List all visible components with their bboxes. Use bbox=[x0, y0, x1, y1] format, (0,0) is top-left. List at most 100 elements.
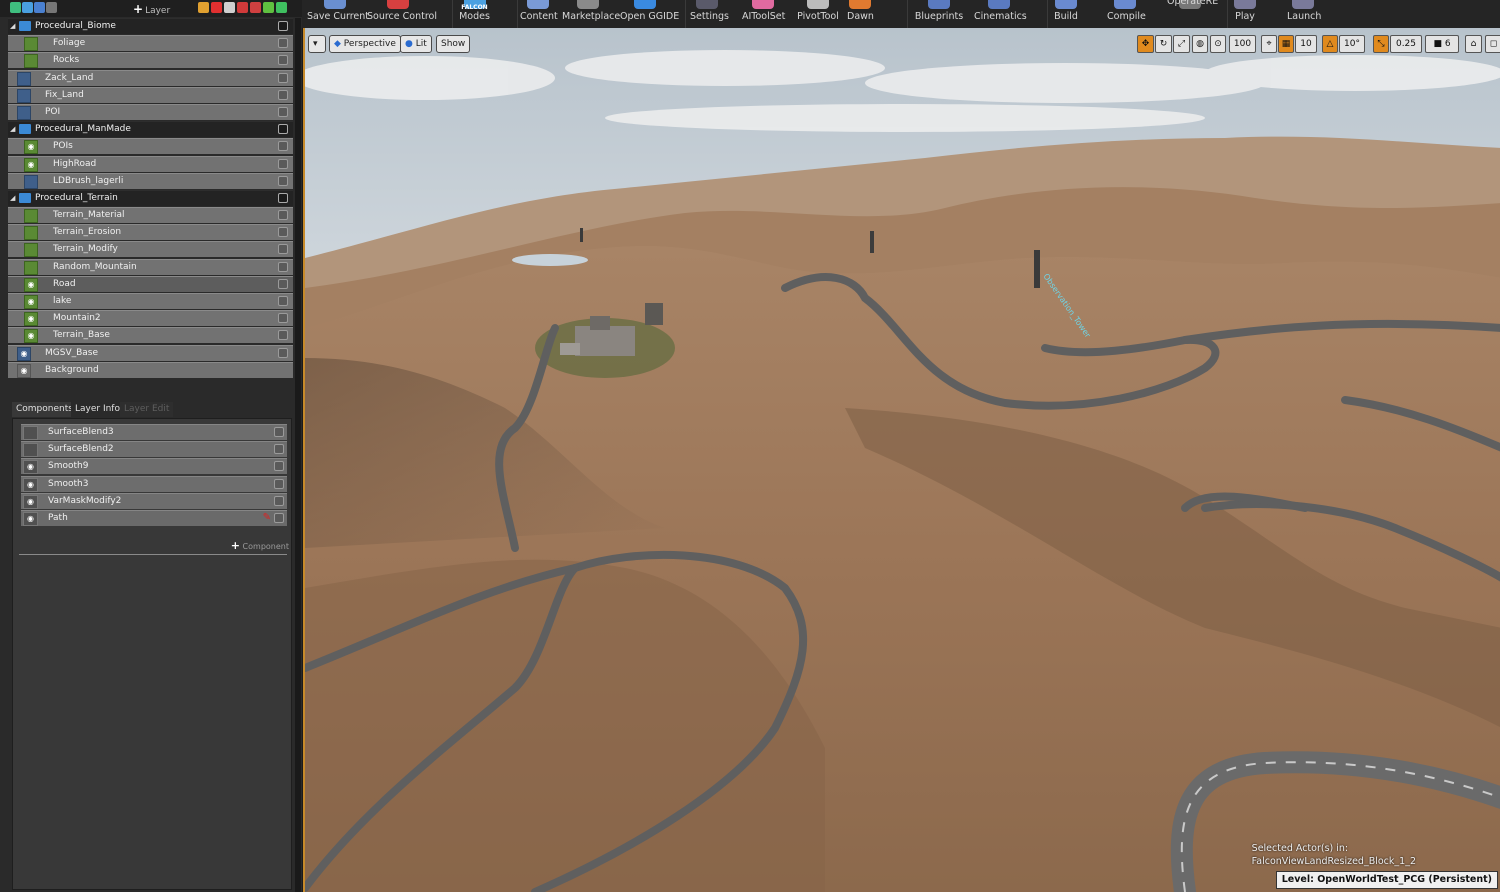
component-checkbox[interactable] bbox=[274, 444, 284, 455]
visibility-toggle[interactable] bbox=[17, 88, 31, 103]
expand-arrow-icon[interactable]: ◢ bbox=[10, 125, 15, 133]
viewport-settings-button[interactable]: ◻ bbox=[1485, 35, 1500, 53]
modes-button[interactable]: FALCON Modes bbox=[457, 0, 492, 28]
layer-lock-checkbox[interactable] bbox=[278, 210, 288, 221]
launch-button[interactable]: Launch bbox=[1287, 0, 1321, 28]
viewport-options-button[interactable]: ▾ bbox=[308, 35, 326, 53]
layer-row[interactable]: Fix_Land bbox=[8, 86, 293, 103]
scale-snap-icon[interactable]: ⤡ bbox=[1373, 35, 1389, 53]
layer-lock-checkbox[interactable] bbox=[278, 21, 288, 31]
paint-icon[interactable] bbox=[198, 2, 209, 13]
layer-row[interactable]: ◉ MGSV_Base bbox=[8, 344, 293, 361]
pivottool-button[interactable]: PivotTool bbox=[797, 0, 839, 28]
blueprints-button[interactable]: Blueprints bbox=[914, 0, 964, 28]
layer-row[interactable]: Terrain_Material bbox=[8, 207, 293, 224]
rotate-tool[interactable]: ↻ bbox=[1155, 35, 1172, 53]
eye-icon[interactable]: ◉ bbox=[23, 511, 38, 526]
layer-row[interactable]: Rocks bbox=[8, 52, 293, 69]
scale-snap-value[interactable]: 0.25 bbox=[1390, 35, 1422, 53]
component-checkbox[interactable] bbox=[274, 461, 284, 472]
visibility-toggle[interactable] bbox=[17, 105, 31, 120]
tab-layer-info[interactable]: Layer Info bbox=[71, 402, 124, 417]
grid-icon[interactable] bbox=[276, 2, 287, 13]
rotation-grid-icon[interactable]: ▦ bbox=[1278, 35, 1294, 53]
eye-icon[interactable]: ◉ bbox=[24, 277, 38, 292]
expand-arrow-icon[interactable]: ◢ bbox=[10, 22, 15, 30]
layer-row[interactable]: Zack_Land bbox=[8, 69, 293, 86]
visibility-toggle[interactable] bbox=[24, 174, 38, 189]
grid-snap-value[interactable]: 100 bbox=[1229, 35, 1256, 53]
globe-icon[interactable] bbox=[224, 2, 235, 13]
layer-row[interactable]: Terrain_Erosion bbox=[8, 224, 293, 241]
layer-row[interactable]: Terrain_Modify bbox=[8, 241, 293, 258]
layer-lock-checkbox[interactable] bbox=[278, 124, 288, 135]
layer-lock-checkbox[interactable] bbox=[278, 278, 288, 289]
copy-icon[interactable] bbox=[34, 2, 45, 13]
eye-icon[interactable]: ◉ bbox=[24, 295, 38, 309]
eye-icon[interactable]: ◉ bbox=[24, 329, 38, 344]
camera-icon[interactable] bbox=[237, 2, 248, 13]
layer-lock-checkbox[interactable] bbox=[278, 347, 288, 358]
visibility-toggle[interactable] bbox=[24, 260, 38, 275]
camera-speed-button[interactable]: ■ 6 bbox=[1425, 35, 1459, 53]
component-row[interactable]: ◉ Path ✎ bbox=[21, 509, 287, 526]
visibility-toggle[interactable] bbox=[23, 443, 38, 458]
layer-lock-checkbox[interactable] bbox=[278, 175, 288, 186]
edit-warning-icon[interactable]: ✎ bbox=[263, 512, 271, 523]
eye-icon[interactable]: ◉ bbox=[17, 363, 31, 378]
component-row[interactable]: ◉ Smooth3 bbox=[21, 475, 287, 492]
layer-row[interactable]: Foliage bbox=[8, 35, 293, 52]
tree-icon[interactable] bbox=[10, 2, 21, 13]
bug-icon[interactable] bbox=[211, 2, 222, 13]
layer-lock-checkbox[interactable] bbox=[278, 192, 288, 203]
dawn-button[interactable]: Dawn bbox=[847, 0, 874, 28]
eye-icon[interactable]: ◉ bbox=[24, 312, 38, 327]
visibility-toggle[interactable] bbox=[24, 243, 38, 258]
tab-components[interactable]: Components bbox=[12, 402, 77, 417]
save-current-button[interactable]: Save Current bbox=[307, 0, 369, 28]
panel-splitter[interactable] bbox=[295, 18, 301, 892]
lit-button[interactable]: ● Lit bbox=[400, 35, 432, 53]
layer-lock-checkbox[interactable] bbox=[278, 55, 288, 66]
layer-lock-checkbox[interactable] bbox=[278, 106, 288, 117]
world-local-toggle[interactable]: ◍ bbox=[1192, 35, 1208, 53]
compile-button[interactable]: Compile bbox=[1107, 0, 1146, 28]
visibility-toggle[interactable] bbox=[17, 71, 31, 86]
layer-group-row[interactable]: ◢ Procedural_Biome bbox=[8, 18, 293, 34]
layer-group-row[interactable]: ◢ Procedural_ManMade bbox=[8, 121, 293, 138]
build-button[interactable]: Build bbox=[1054, 0, 1078, 28]
layer-lock-checkbox[interactable] bbox=[278, 141, 288, 152]
add-layer-button[interactable]: + Layer bbox=[133, 2, 170, 16]
layer-row[interactable]: ◉ Background bbox=[8, 361, 293, 378]
component-checkbox[interactable] bbox=[274, 512, 284, 523]
layer-lock-checkbox[interactable] bbox=[278, 330, 288, 341]
layer-row[interactable]: Random_Mountain bbox=[8, 258, 293, 275]
cinematics-button[interactable]: Cinematics bbox=[974, 0, 1027, 28]
layer-row[interactable]: ◉ Terrain_Base bbox=[8, 327, 293, 344]
plant-icon[interactable] bbox=[250, 2, 261, 13]
eye-icon[interactable]: ◉ bbox=[23, 460, 38, 475]
layer-row[interactable]: ◉ POIs bbox=[8, 138, 293, 155]
component-row[interactable]: SurfaceBlend3 bbox=[21, 424, 287, 440]
layer-lock-checkbox[interactable] bbox=[278, 296, 288, 306]
layer-lock-checkbox[interactable] bbox=[278, 244, 288, 255]
layer-row[interactable]: POI bbox=[8, 103, 293, 120]
component-checkbox[interactable] bbox=[274, 427, 284, 437]
layer-row[interactable]: ◉ Road bbox=[8, 275, 293, 292]
rotation-snap-value[interactable]: 10 bbox=[1295, 35, 1317, 53]
add-component-button[interactable]: + Component bbox=[231, 539, 289, 552]
source-control-button[interactable]: Source Control bbox=[367, 0, 437, 28]
layer-row[interactable]: ◉ Mountain2 bbox=[8, 310, 293, 327]
layer-lock-checkbox[interactable] bbox=[278, 89, 288, 100]
open-ggide-button[interactable]: Open GGIDE bbox=[620, 0, 679, 28]
visibility-toggle[interactable] bbox=[24, 209, 38, 224]
eye-icon[interactable]: ◉ bbox=[24, 140, 38, 155]
maximize-viewport-button[interactable]: ⌂ bbox=[1465, 35, 1482, 53]
visibility-toggle[interactable] bbox=[24, 54, 38, 69]
layer-lock-checkbox[interactable] bbox=[278, 72, 288, 83]
perspective-button[interactable]: ◆ Perspective bbox=[329, 35, 401, 53]
visibility-toggle[interactable] bbox=[24, 37, 38, 52]
layer-row[interactable]: ◉ HighRoad bbox=[8, 155, 293, 172]
level-viewport[interactable]: Observation_Tower ▾ ◆ Perspective ● Lit … bbox=[303, 28, 1500, 892]
grass-icon[interactable] bbox=[263, 2, 274, 13]
